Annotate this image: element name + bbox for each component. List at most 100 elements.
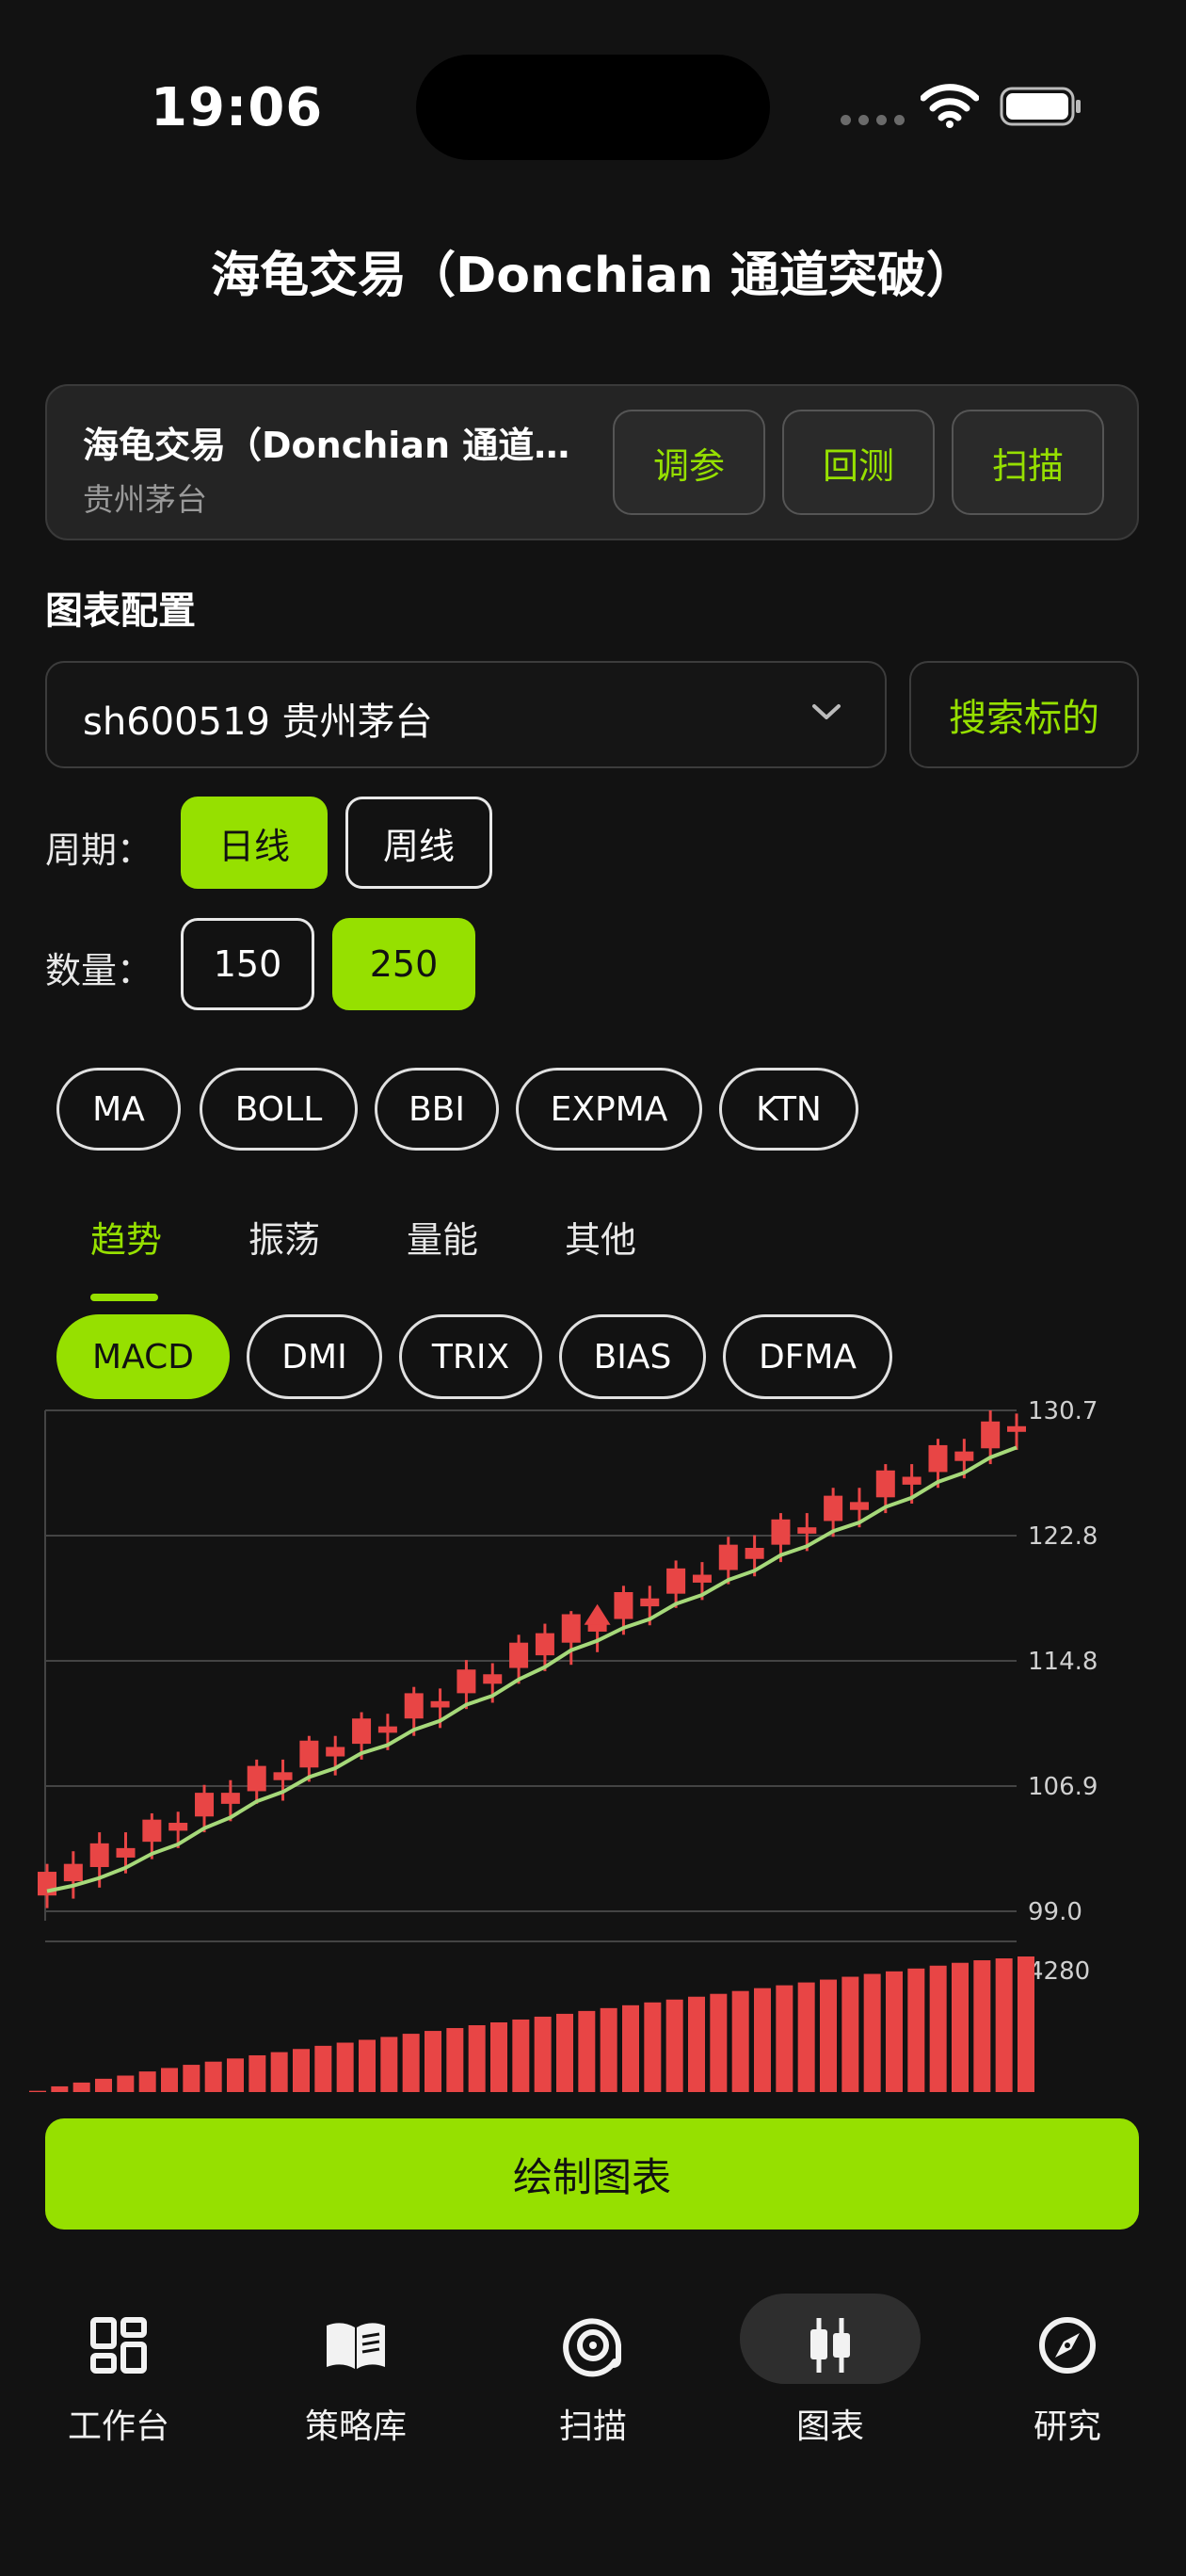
candle-body (928, 1444, 948, 1473)
battery-icon (1000, 87, 1081, 126)
candle-body (1007, 1425, 1026, 1432)
volume-bar (468, 2025, 486, 2092)
candle-body (168, 1823, 188, 1831)
tab-other[interactable]: 其他 (565, 1211, 636, 1263)
y-tick-label: 122.8 (1028, 1522, 1098, 1551)
book-icon (327, 2323, 385, 2369)
candlestick-icon (810, 2318, 850, 2373)
search-symbol-button[interactable]: 搜索标的 (909, 661, 1139, 768)
tab-oscillation[interactable]: 振荡 (248, 1211, 320, 1263)
candle-body (483, 1674, 503, 1684)
volume-bar (534, 2016, 552, 2092)
buy-signal-marker (584, 1603, 611, 1625)
volume-bar (863, 1973, 881, 2092)
volume-bar (995, 1958, 1013, 2092)
period-weekly-button[interactable]: 周线 (345, 797, 492, 889)
tab-volume[interactable]: 量能 (407, 1211, 478, 1263)
volume-bar (973, 1960, 991, 2092)
volume-bar (688, 1996, 705, 2092)
tune-params-button[interactable]: 调参 (613, 410, 765, 515)
nav-item-strategy-library[interactable]: 策略库 (262, 2297, 450, 2467)
strategy-name: 海龟交易（Donchian 通道突破） (83, 425, 572, 466)
candle-body (38, 1872, 56, 1896)
indicator-dmi-button[interactable]: DMI (247, 1314, 382, 1399)
strategy-stock: 贵州茅台 (83, 481, 207, 518)
tab-trend[interactable]: 趋势 (90, 1211, 162, 1263)
candle-body (430, 1700, 450, 1708)
overlay-expma-button[interactable]: EXPMA (516, 1068, 702, 1151)
period-daily-button[interactable]: 日线 (181, 797, 328, 889)
volume-bar (1018, 1956, 1034, 2092)
volume-bar (622, 2004, 639, 2092)
overlay-bbi-button[interactable]: BBI (375, 1068, 499, 1151)
nav-item-scan[interactable]: 扫描 (499, 2297, 687, 2467)
period-label: 周期： (45, 829, 153, 871)
volume-bar (754, 1988, 771, 2092)
volume-bar (797, 1982, 815, 2092)
indicator-trix-button[interactable]: TRIX (399, 1314, 542, 1399)
candle-body (981, 1421, 1001, 1449)
tab-active-indicator (90, 1294, 158, 1301)
volume-bar (886, 1971, 903, 2092)
candle-body (824, 1495, 843, 1521)
volume-bar (380, 2037, 398, 2092)
candle-body (561, 1614, 581, 1643)
wifi-icon (921, 84, 979, 128)
candle-body (116, 1847, 136, 1858)
volume-bar (556, 2013, 573, 2092)
nav-item-workbench[interactable]: 工作台 (24, 2297, 213, 2467)
volume-bar (512, 2019, 530, 2092)
candle-body (771, 1519, 791, 1545)
volume-bar (952, 1962, 969, 2092)
page-title: 海龟交易（Donchian 通道突破） (211, 248, 975, 304)
candle-body (849, 1502, 869, 1510)
overlay-ktn-button[interactable]: KTN (719, 1068, 858, 1151)
indicator-macd-button[interactable]: MACD (56, 1314, 230, 1399)
candle-body (273, 1772, 293, 1780)
nav-item-research[interactable]: 研究 (973, 2297, 1162, 2467)
indicator-bias-button[interactable]: BIAS (559, 1314, 706, 1399)
count-150-button[interactable]: 150 (181, 918, 314, 1010)
nav-item-chart[interactable]: 图表 (736, 2297, 924, 2467)
section-title: 图表配置 (45, 589, 196, 633)
candle-body (954, 1451, 974, 1461)
indicator-dfma-button[interactable]: DFMA (723, 1314, 892, 1399)
volume-bar (731, 1990, 749, 2092)
dashboard-icon (90, 2317, 147, 2374)
overlay-boll-button[interactable]: BOLL (200, 1068, 358, 1151)
chevron-down-icon (812, 704, 841, 719)
candle-body (692, 1574, 712, 1583)
nav-label-scan: 扫描 (558, 2407, 627, 2446)
volume-bar (820, 1979, 837, 2092)
scan-button[interactable]: 扫描 (952, 410, 1104, 515)
overlay-ma-button[interactable]: MA (56, 1068, 181, 1151)
candle-body (797, 1527, 817, 1534)
candlestick-chart[interactable]: 130.7 122.8 114.8 106.9 99.0 4280 (0, 1393, 1186, 2100)
draw-chart-button[interactable]: 绘制图表 (45, 2118, 1139, 2230)
candle-body (63, 1863, 83, 1882)
candle-body (142, 1819, 162, 1843)
backtest-button[interactable]: 回测 (782, 410, 935, 515)
target-icon (563, 2318, 621, 2377)
volume-max-label: 4280 (1028, 1957, 1090, 1986)
volume-bar (270, 2052, 288, 2092)
candle-body (89, 1843, 109, 1868)
volume-bar (446, 2028, 464, 2092)
volume-bar (138, 2071, 156, 2092)
volume-bar (776, 1985, 793, 2092)
ma-line (46, 1445, 1018, 1893)
candle-body (745, 1548, 764, 1559)
volume-bar (600, 2007, 617, 2092)
nav-label-chart: 图表 (795, 2407, 864, 2446)
candle-body (326, 1747, 345, 1757)
count-250-button[interactable]: 250 (332, 918, 475, 1010)
status-time: 19:06 (151, 77, 324, 138)
volume-bar (425, 2031, 441, 2092)
volume-bar (29, 2090, 46, 2092)
candle-body (457, 1669, 476, 1694)
candle-body (666, 1568, 686, 1594)
candle-body (299, 1740, 319, 1768)
volume-bar (227, 2058, 244, 2092)
candle-body (195, 1793, 215, 1817)
volume-bar (95, 2078, 112, 2092)
